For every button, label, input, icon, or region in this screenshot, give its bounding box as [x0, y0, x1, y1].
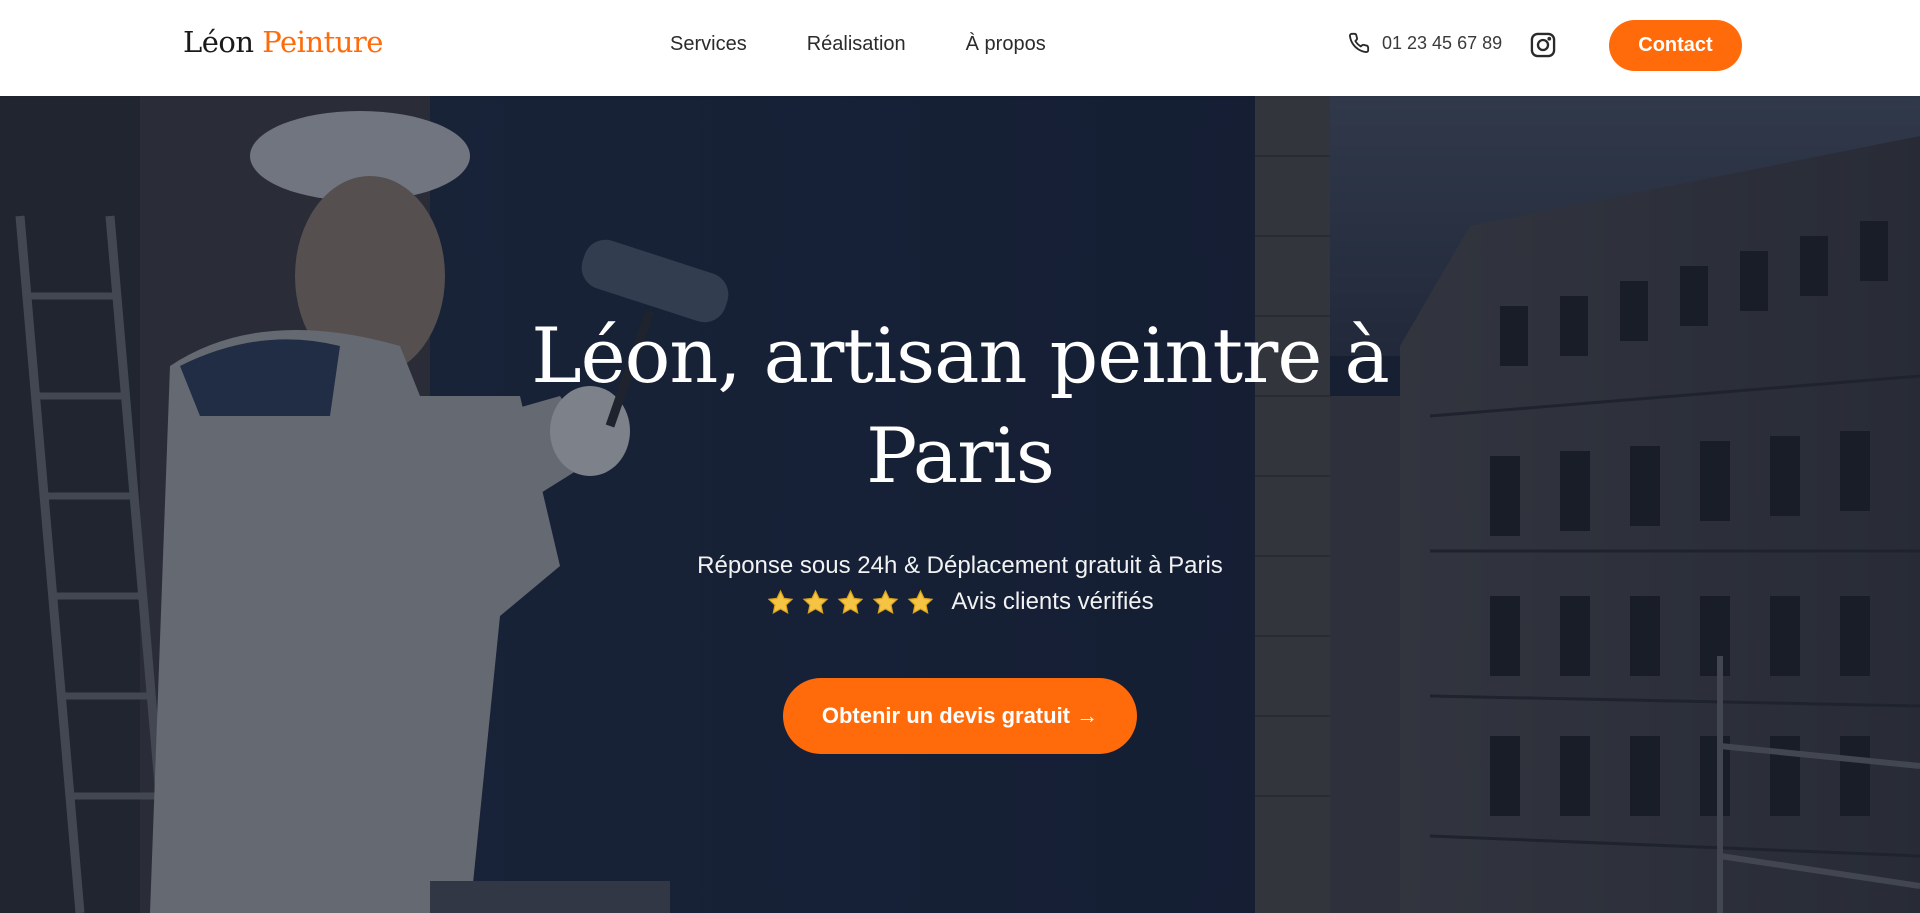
- nav-item-a-propos[interactable]: À propos: [966, 33, 1046, 56]
- star-icon: [908, 589, 934, 614]
- star-icon: [803, 589, 829, 614]
- star-icon: [768, 589, 794, 614]
- nav-item-services[interactable]: Services: [670, 33, 747, 56]
- phone-icon: [1349, 32, 1370, 53]
- rating-text: Avis clients vérifiés: [951, 588, 1154, 615]
- contact-button[interactable]: Contact: [1609, 20, 1742, 71]
- get-quote-button[interactable]: Obtenir un devis gratuit →: [783, 678, 1137, 754]
- hero-title: Léon, artisan peintre à Paris: [531, 311, 1390, 500]
- brand-name-accent: Peinture: [262, 25, 383, 59]
- star-icon: [838, 589, 864, 614]
- instagram-icon: [1530, 32, 1556, 58]
- instagram-link[interactable]: [1529, 31, 1557, 64]
- phone-number: 01 23 45 67 89: [1382, 32, 1503, 53]
- brand-logo[interactable]: Léon Peinture: [183, 25, 383, 59]
- phone-link[interactable]: 01 23 45 67 89: [1348, 32, 1502, 54]
- rating-stars: [766, 588, 941, 617]
- nav-item-realisation[interactable]: Réalisation: [807, 33, 906, 56]
- rating-line: Avis clients vérifiés: [460, 584, 1460, 620]
- star-icon: [873, 589, 899, 614]
- hero-content: Léon, artisan peintre à Paris Réponse so…: [460, 306, 1460, 754]
- site-header: Léon Peinture Services Réalisation À pro…: [0, 0, 1920, 96]
- hero-subtitle: Réponse sous 24h & Déplacement gratuit à…: [697, 552, 1223, 579]
- main-nav: Services Réalisation À propos: [670, 33, 1106, 56]
- brand-name: Léon: [183, 25, 254, 59]
- hero-section: Léon, artisan peintre à Paris Réponse so…: [0, 96, 1920, 913]
